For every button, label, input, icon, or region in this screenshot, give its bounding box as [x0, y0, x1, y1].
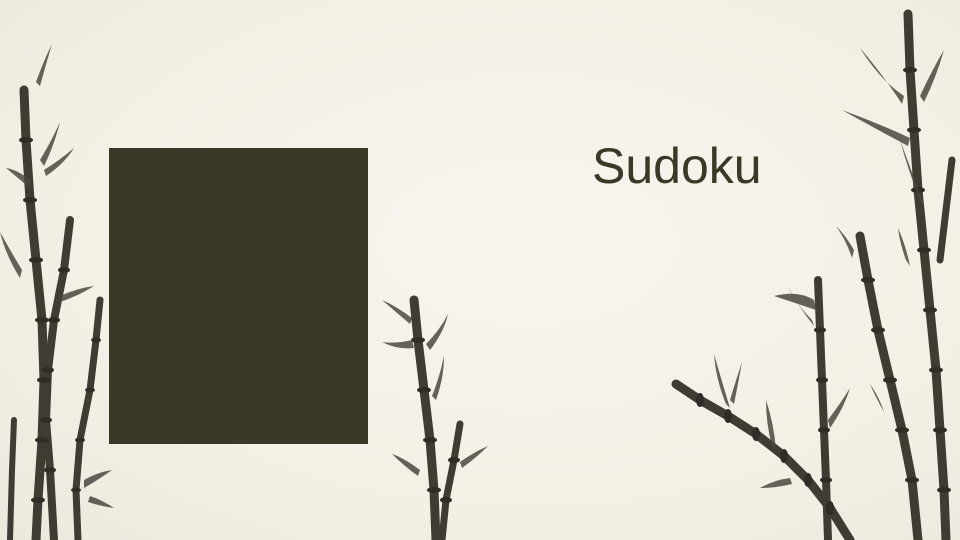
slide: Sudoku [0, 0, 960, 540]
slide-title: Sudoku [592, 138, 762, 194]
bamboo-middle-cluster [382, 295, 488, 540]
image-placeholder [109, 148, 368, 444]
bamboo-right-cluster [671, 9, 956, 540]
bamboo-left-cluster [0, 44, 114, 540]
